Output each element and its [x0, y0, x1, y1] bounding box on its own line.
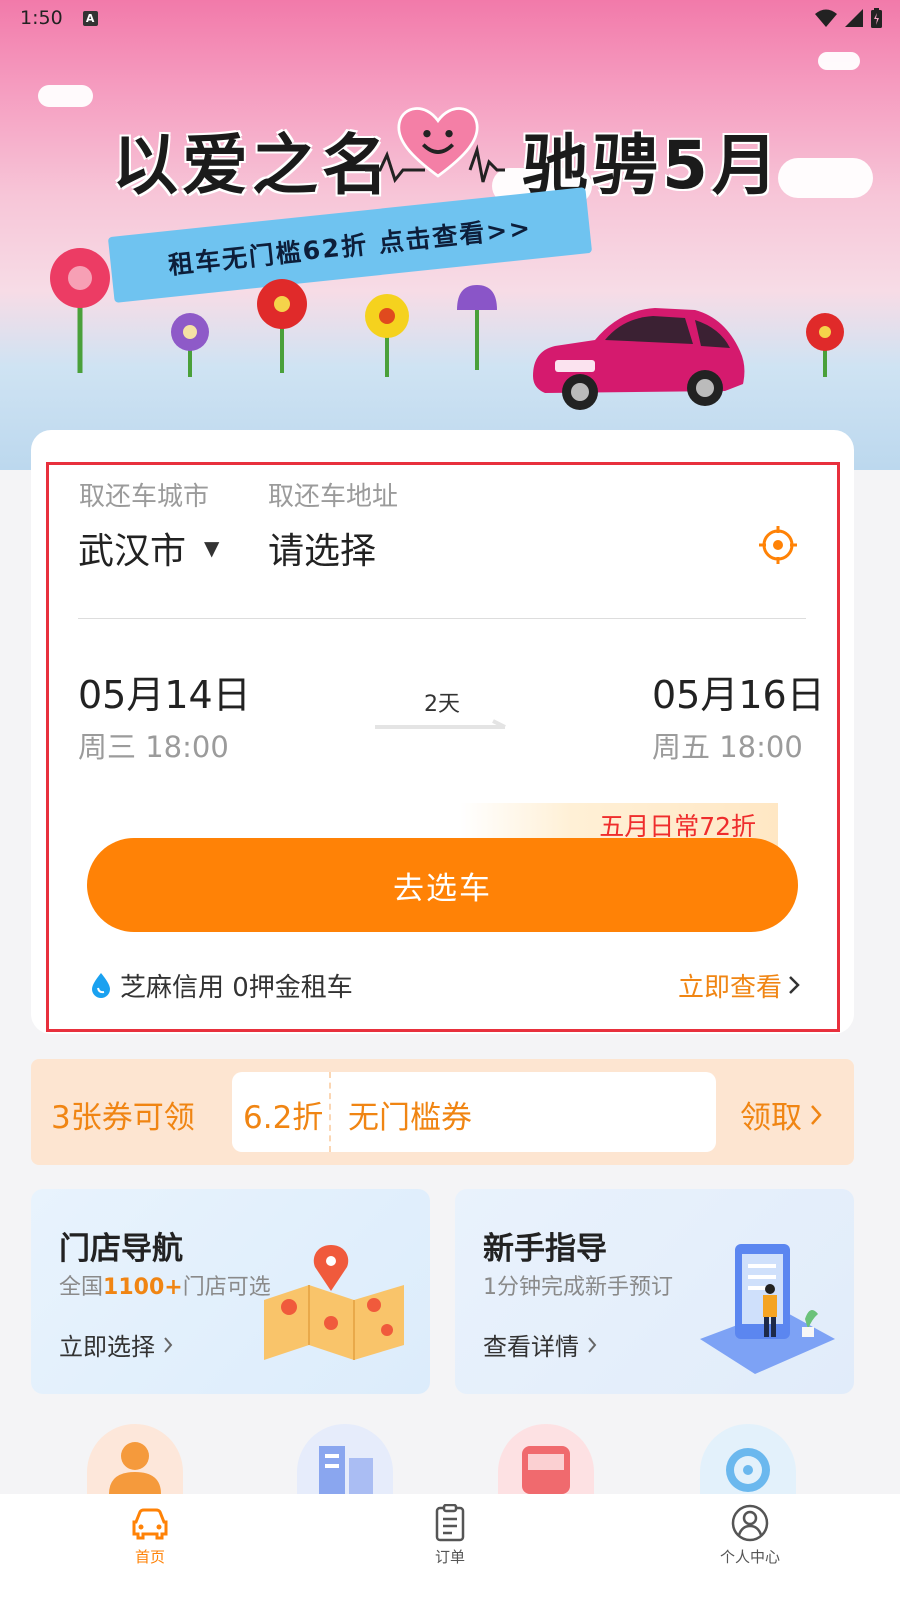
return-date[interactable]: 05月16日	[652, 664, 825, 719]
order-list-icon	[435, 1504, 465, 1542]
city-value: 武汉市	[78, 531, 187, 572]
cloud-decoration	[818, 52, 860, 70]
address-label: 取还车地址	[268, 482, 399, 512]
return-time[interactable]: 周五 18:00	[652, 724, 803, 766]
service-customer-icon[interactable]	[87, 1424, 183, 1494]
claim-coupon-button[interactable]: 领取	[740, 1092, 822, 1137]
rental-duration: 2天	[424, 692, 460, 717]
store-nav-link[interactable]: 立即选择	[59, 1327, 173, 1362]
city-label: 取还车城市	[79, 482, 210, 512]
sesame-credit-icon	[92, 973, 110, 998]
phone-guide-illustration-icon	[700, 1244, 835, 1374]
locate-icon[interactable]	[758, 525, 798, 565]
nav-orders[interactable]: 订单	[350, 1494, 550, 1600]
car-icon	[132, 1508, 168, 1540]
flower-decoration	[50, 248, 110, 373]
choose-car-button[interactable]: 去选车	[87, 838, 798, 932]
status-bar: 1:50 A	[0, 0, 900, 36]
cloud-decoration	[38, 85, 93, 107]
credit-row: 芝麻信用 0押金租车 立即查看	[90, 965, 800, 1005]
service-buildings-icon[interactable]	[297, 1424, 393, 1494]
banner-title-left: 以爱之名	[112, 127, 392, 204]
coupon-count: 3张券可领	[51, 1100, 195, 1136]
car-illustration	[533, 308, 745, 410]
guide-link[interactable]: 查看详情	[483, 1327, 597, 1362]
guide-title: 新手指导	[483, 1231, 607, 1267]
flower-decoration	[365, 294, 409, 377]
ticket-divider	[329, 1072, 332, 1152]
store-nav-link-label: 立即选择	[59, 1333, 155, 1361]
nav-profile[interactable]: 个人中心	[650, 1494, 850, 1600]
flower-decoration	[171, 313, 209, 377]
pickup-time[interactable]: 周三 18:00	[78, 724, 229, 766]
profile-icon	[731, 1504, 769, 1542]
nav-home[interactable]: 首页	[50, 1494, 250, 1600]
claim-label: 领取	[740, 1100, 802, 1136]
service-bus-icon[interactable]	[498, 1424, 594, 1494]
flower-decoration	[806, 313, 844, 377]
chevron-right-icon	[811, 1104, 822, 1125]
coupon-name: 无门槛券	[348, 1100, 472, 1136]
cloud-decoration	[778, 158, 873, 198]
nav-home-label: 首页	[134, 1548, 165, 1566]
city-selector[interactable]: 武汉市 ▼	[78, 522, 219, 574]
chevron-right-icon	[588, 1336, 597, 1353]
beginner-guide-card[interactable]: 新手指导 1分钟完成新手预订 查看详情	[455, 1189, 854, 1394]
divider	[78, 618, 806, 619]
duration-arrow-icon	[375, 719, 506, 729]
pickup-date[interactable]: 05月14日	[78, 664, 251, 719]
flower-decoration	[457, 285, 497, 370]
wifi-icon	[815, 9, 837, 27]
store-navigation-card[interactable]: 门店导航 全国1100+门店可选 立即选择	[31, 1189, 430, 1394]
credit-text: 芝麻信用 0押金租车	[120, 972, 353, 1003]
coupon-discount: 6.2折	[243, 1100, 324, 1136]
store-nav-subtitle: 全国1100+门店可选	[59, 1275, 271, 1300]
status-time: 1:50	[20, 7, 63, 29]
signal-icon	[845, 9, 863, 27]
credit-link[interactable]: 立即查看	[678, 967, 800, 1004]
guide-link-label: 查看详情	[483, 1333, 579, 1361]
guide-subtitle: 1分钟完成新手预订	[483, 1275, 673, 1300]
dropdown-triangle-icon: ▼	[204, 536, 220, 560]
nav-orders-label: 订单	[434, 1548, 465, 1566]
nav-profile-label: 个人中心	[719, 1548, 780, 1566]
heartbeat-line-icon	[365, 144, 505, 184]
chevron-right-icon	[164, 1336, 173, 1353]
flower-decoration	[257, 279, 307, 373]
map-pins-icon	[264, 1245, 404, 1360]
bottom-nav: 首页 订单 个人中心	[0, 1494, 900, 1600]
promo-banner[interactable]: 以爱之名 驰骋5月 租车无门槛62折 点击查看>>	[0, 0, 900, 470]
notification-a-icon: A	[82, 10, 98, 26]
battery-charging-icon	[871, 8, 882, 28]
store-nav-title: 门店导航	[59, 1231, 183, 1267]
credit-link-label: 立即查看	[677, 972, 782, 1003]
service-steering-wheel-icon[interactable]	[700, 1424, 796, 1494]
address-selector[interactable]: 请选择	[268, 522, 376, 574]
chevron-right-icon	[789, 976, 800, 994]
